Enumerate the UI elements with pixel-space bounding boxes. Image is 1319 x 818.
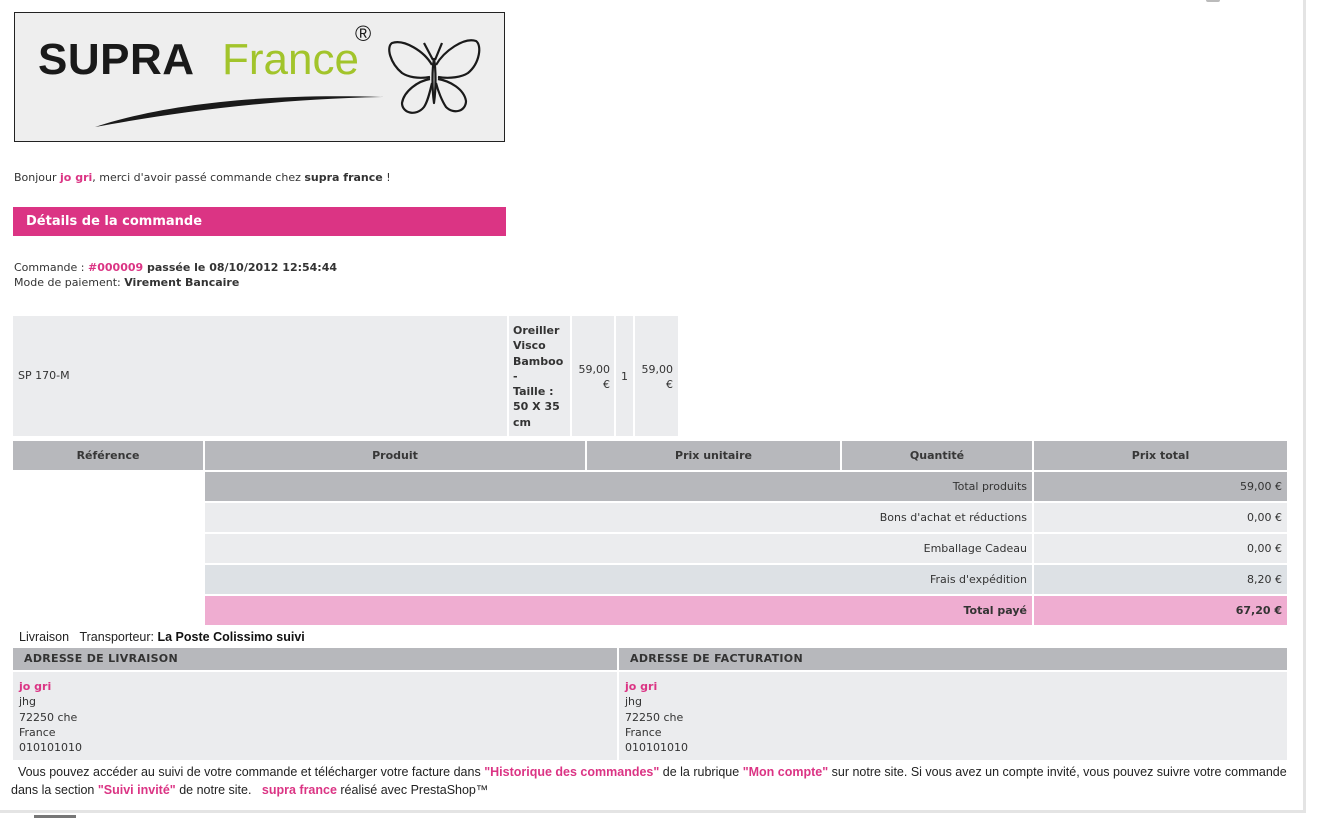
- swoosh-icon: [95, 96, 383, 127]
- shop-logo: SUPRA France ®: [14, 12, 505, 142]
- product-reference: SP 170-M: [13, 316, 507, 436]
- payment-line: Mode de paiement: Virement Bancaire: [14, 276, 239, 289]
- logo-text-secondary: France: [222, 35, 359, 84]
- unit-price-currency: €: [603, 378, 610, 391]
- greeting-suffix: !: [382, 171, 391, 184]
- order-details-title: Détails de la commande: [13, 207, 506, 236]
- shipping-line2: 72250 che: [19, 710, 78, 724]
- order-number-line: Commande : #000009 passée le 08/10/2012 …: [14, 261, 337, 274]
- delivery-line: Livraison Transporteur: La Poste Colissi…: [19, 630, 305, 644]
- billing-line2: 72250 che: [625, 710, 684, 724]
- product-unit-price: 59,00 €: [572, 316, 614, 436]
- shipping-name: jo gri: [19, 680, 52, 693]
- delivery-label: Livraison: [19, 630, 70, 644]
- butterfly-icon: [388, 39, 481, 114]
- product-total-price: 59,00 €: [635, 316, 678, 436]
- my-account-link[interactable]: "Mon compte": [743, 765, 828, 779]
- logo-text-main: SUPRA: [38, 35, 195, 84]
- scroll-indicator: [1206, 0, 1220, 2]
- shipping-phone: 010101010: [19, 741, 82, 755]
- summary-value-shipping: 8,20 €: [1034, 565, 1287, 594]
- header-quantity: Quantité: [842, 441, 1032, 470]
- greeting-prefix: Bonjour: [14, 171, 61, 184]
- product-name-line: Taille :: [513, 385, 554, 399]
- summary-value-vouchers: 0,00 €: [1034, 503, 1287, 532]
- greeting-text: Bonjour jo gri, merci d'avoir passé comm…: [14, 171, 391, 184]
- customer-name: jo gri: [60, 171, 93, 184]
- product-name-line: Visco: [513, 339, 546, 353]
- header-total-price: Prix total: [1034, 441, 1287, 470]
- product-name-line: -: [513, 369, 518, 383]
- payment-method: Virement Bancaire: [124, 276, 240, 289]
- order-number: #000009: [88, 261, 144, 274]
- header-unit-price: Prix unitaire: [587, 441, 840, 470]
- billing-address-title: ADRESSE DE FACTURATION: [619, 648, 1287, 670]
- total-price-currency: €: [666, 378, 673, 391]
- billing-address: jo gri jhg 72250 che France 010101010: [619, 672, 1287, 760]
- window-right-edge: [1303, 0, 1306, 812]
- summary-label-shipping: Frais d'expédition: [205, 565, 1032, 594]
- summary-label-gift-wrap: Emballage Cadeau: [205, 534, 1032, 563]
- footer-text-2: de la rubrique: [659, 765, 743, 779]
- carrier-name: La Poste Colissimo suivi: [157, 630, 305, 644]
- shop-link[interactable]: supra france: [262, 783, 337, 797]
- product-name-line: cm: [513, 415, 531, 429]
- registered-mark: ®: [355, 21, 372, 46]
- summary-value-total-products: 59,00 €: [1034, 472, 1287, 501]
- payment-label: Mode de paiement:: [14, 276, 125, 289]
- billing-name: jo gri: [625, 680, 658, 693]
- header-reference: Référence: [13, 441, 203, 470]
- order-label: Commande :: [14, 261, 89, 274]
- header-product: Produit: [205, 441, 585, 470]
- order-date: passée le 08/10/2012 12:54:44: [143, 261, 338, 274]
- summary-label-total-products: Total produits: [205, 472, 1032, 501]
- order-history-link[interactable]: "Historique des commandes": [484, 765, 659, 779]
- shipping-address-title: ADRESSE DE LIVRAISON: [13, 648, 617, 670]
- summary-label-total-paid: Total payé: [205, 596, 1032, 625]
- shipping-address: jo gri jhg 72250 che France 010101010: [13, 672, 617, 760]
- footer-text: Vous pouvez accéder au suivi de votre co…: [11, 763, 1291, 799]
- billing-country: France: [625, 725, 662, 739]
- billing-line1: jhg: [625, 695, 643, 709]
- product-quantity: 1: [616, 316, 633, 436]
- summary-label-vouchers: Bons d'achat et réductions: [205, 503, 1032, 532]
- unit-price-amount: 59,00: [578, 363, 611, 376]
- shipping-country: France: [19, 725, 56, 739]
- product-name-line: Bamboo: [513, 354, 564, 368]
- carrier-label: Transporteur:: [79, 630, 158, 644]
- product-name-line: 50 X 35: [513, 400, 560, 414]
- shop-name: supra france: [304, 171, 383, 184]
- footer-text-1: Vous pouvez accéder au suivi de votre co…: [17, 765, 485, 779]
- guest-tracking-link[interactable]: "Suivi invité": [98, 783, 176, 797]
- product-name-line: Oreiller: [513, 324, 560, 337]
- total-price-amount: 59,00: [641, 363, 674, 376]
- product-name: Oreiller Visco Bamboo - Taille : 50 X 35…: [509, 316, 570, 436]
- window-bottom-edge: [0, 810, 1306, 813]
- billing-phone: 010101010: [625, 741, 688, 755]
- greeting-middle: , merci d'avoir passé commande chez: [92, 171, 305, 184]
- summary-value-gift-wrap: 0,00 €: [1034, 534, 1287, 563]
- footer-text-5: réalisé avec PrestaShop™: [336, 783, 489, 797]
- shipping-line1: jhg: [19, 695, 37, 709]
- summary-value-total-paid: 67,20 €: [1034, 596, 1287, 625]
- footer-text-4: de notre site.: [175, 783, 262, 797]
